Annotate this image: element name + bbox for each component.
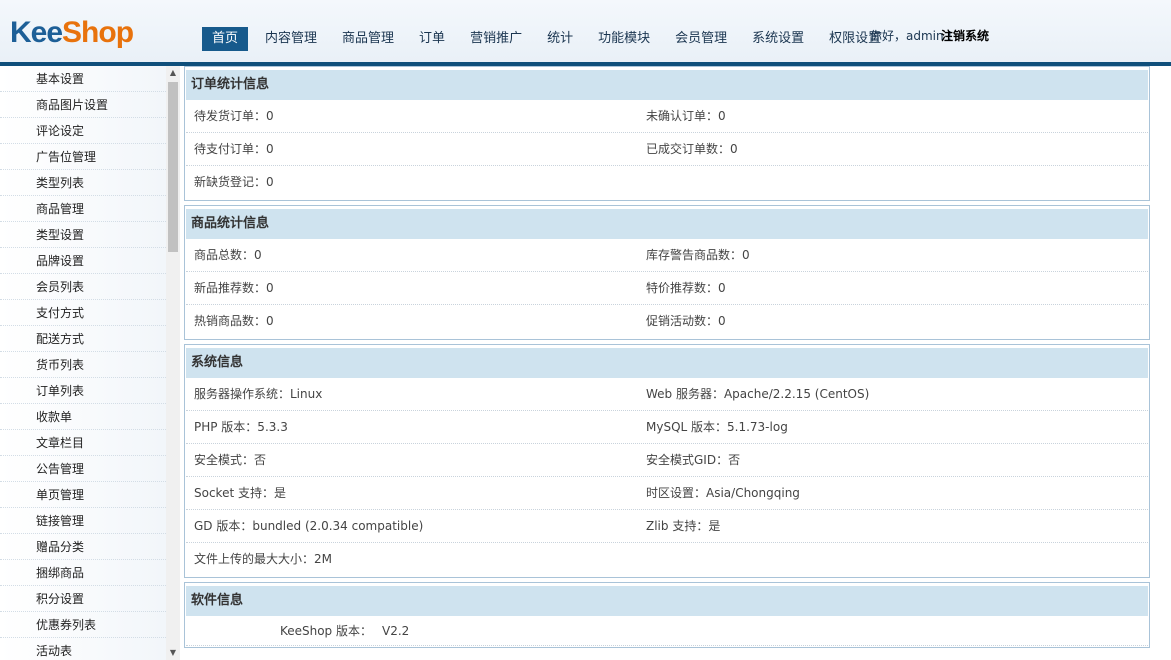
- info-php-version: PHP 版本：5.3.3: [194, 420, 288, 434]
- table-row: Socket 支持：是 时区设置：Asia/Chongqing: [186, 477, 1148, 510]
- info-gd-version: GD 版本：bundled (2.0.34 compatible): [194, 519, 424, 533]
- nav-home[interactable]: 首页: [202, 27, 249, 51]
- sidebar-item[interactable]: 类型列表: [0, 170, 166, 196]
- empty-cell: [638, 543, 1148, 576]
- logo-text-kee: Kee: [10, 16, 63, 49]
- sidebar-item[interactable]: 会员列表: [0, 274, 166, 300]
- nav-modules[interactable]: 功能模块: [590, 27, 658, 51]
- info-timezone: 时区设置：Asia/Chongqing: [646, 486, 800, 500]
- sidebar: 基本设置 商品图片设置 评论设定 广告位管理 类型列表 商品管理 类型设置 品牌…: [0, 66, 166, 660]
- sidebar-item[interactable]: 评论设定: [0, 118, 166, 144]
- table-row: 文件上传的最大大小：2M: [186, 543, 1148, 576]
- info-web-server: Web 服务器：Apache/2.2.15 (CentOS): [646, 387, 870, 401]
- sidebar-item[interactable]: 单页管理: [0, 482, 166, 508]
- empty-cell: [638, 166, 1148, 199]
- table-row: 热销商品数：0 促销活动数：0: [186, 305, 1148, 338]
- sidebar-item[interactable]: 商品管理: [0, 196, 166, 222]
- sidebar-item[interactable]: 积分设置: [0, 586, 166, 612]
- info-safe-mode-gid: 安全模式GID：否: [646, 453, 741, 467]
- top-header: KeeShop 首页 内容管理 商品管理 订单 营销推广 统计 功能模块 会员管…: [0, 0, 1171, 62]
- stat-completed-orders: 已成交订单数：0: [646, 142, 738, 156]
- nav-goods[interactable]: 商品管理: [334, 27, 402, 51]
- welcome-text: 你好，admin !: [870, 29, 953, 43]
- sidebar-item[interactable]: 广告位管理: [0, 144, 166, 170]
- stat-pending-shipment: 待发货订单：0: [194, 109, 274, 123]
- table-row: PHP 版本：5.3.3 MySQL 版本：5.1.73-log: [186, 411, 1148, 444]
- main-content: 订单统计信息 待发货订单：0 未确认订单：0 待支付订单：0 已成交订单数：0 …: [184, 66, 1150, 660]
- keeshop-logo[interactable]: KeeShop: [10, 15, 134, 51]
- info-safe-mode: 安全模式：否: [194, 453, 267, 467]
- sidebar-item[interactable]: 品牌设置: [0, 248, 166, 274]
- panel-title: 订单统计信息: [186, 70, 1148, 100]
- order-stats-panel: 订单统计信息 待发货订单：0 未确认订单：0 待支付订单：0 已成交订单数：0 …: [184, 66, 1150, 201]
- sidebar-item[interactable]: 收款单: [0, 404, 166, 430]
- panel-title: 系统信息: [186, 348, 1148, 378]
- stat-promotions: 促销活动数：0: [646, 314, 726, 328]
- logout-link[interactable]: 注销系统: [941, 27, 989, 44]
- main-nav: 首页 内容管理 商品管理 订单 营销推广 统计 功能模块 会员管理 系统设置 权…: [202, 27, 898, 51]
- stat-special-recommend: 特价推荐数：0: [646, 281, 726, 295]
- table-row: KeeShop 版本： V2.2: [186, 616, 1148, 646]
- sidebar-item[interactable]: 订单列表: [0, 378, 166, 404]
- sidebar-scrollbar[interactable]: ▲ ▼: [166, 66, 180, 660]
- stat-new-recommend: 新品推荐数：0: [194, 281, 274, 295]
- scroll-thumb[interactable]: [168, 82, 178, 252]
- stat-pending-payment: 待支付订单：0: [194, 142, 274, 156]
- version-value: V2.2: [382, 624, 410, 638]
- sidebar-item[interactable]: 链接管理: [0, 508, 166, 534]
- info-zlib-support: Zlib 支持：是: [646, 519, 721, 533]
- sidebar-item[interactable]: 类型设置: [0, 222, 166, 248]
- sidebar-item[interactable]: 活动表: [0, 638, 166, 660]
- nav-system-settings[interactable]: 系统设置: [744, 27, 812, 51]
- table-row: 商品总数：0 库存警告商品数：0: [186, 239, 1148, 272]
- table-row: 新缺货登记：0: [186, 166, 1148, 199]
- scroll-up-arrow-icon[interactable]: ▲: [166, 66, 180, 80]
- info-max-upload: 文件上传的最大大小：2M: [194, 552, 332, 566]
- sidebar-item[interactable]: 公告管理: [0, 456, 166, 482]
- info-socket-support: Socket 支持：是: [194, 486, 286, 500]
- sidebar-item[interactable]: 支付方式: [0, 300, 166, 326]
- table-row: 安全模式：否 安全模式GID：否: [186, 444, 1148, 477]
- version-label: KeeShop 版本：: [279, 624, 372, 638]
- info-server-os: 服务器操作系统：Linux: [194, 387, 323, 401]
- sidebar-item[interactable]: 基本设置: [0, 66, 166, 92]
- nav-stats[interactable]: 统计: [539, 27, 581, 51]
- software-info-panel: 软件信息 KeeShop 版本： V2.2: [184, 582, 1150, 648]
- panel-title: 软件信息: [186, 586, 1148, 616]
- table-row: GD 版本：bundled (2.0.34 compatible) Zlib 支…: [186, 510, 1148, 543]
- sidebar-item[interactable]: 配送方式: [0, 326, 166, 352]
- info-mysql-version: MySQL 版本：5.1.73-log: [646, 420, 788, 434]
- stat-stock-warning: 库存警告商品数：0: [646, 248, 750, 262]
- sidebar-item[interactable]: 商品图片设置: [0, 92, 166, 118]
- nav-marketing[interactable]: 营销推广: [462, 27, 530, 51]
- stat-hot-goods: 热销商品数：0: [194, 314, 274, 328]
- sidebar-item[interactable]: 文章栏目: [0, 430, 166, 456]
- stat-total-goods: 商品总数：0: [194, 248, 262, 262]
- nav-content[interactable]: 内容管理: [257, 27, 325, 51]
- sidebar-item[interactable]: 赠品分类: [0, 534, 166, 560]
- nav-orders[interactable]: 订单: [411, 27, 453, 51]
- panel-title: 商品统计信息: [186, 209, 1148, 239]
- stat-new-stockout: 新缺货登记：0: [194, 175, 274, 189]
- system-info-panel: 系统信息 服务器操作系统：Linux Web 服务器：Apache/2.2.15…: [184, 344, 1150, 578]
- sidebar-item[interactable]: 优惠券列表: [0, 612, 166, 638]
- goods-stats-panel: 商品统计信息 商品总数：0 库存警告商品数：0 新品推荐数：0 特价推荐数：0 …: [184, 205, 1150, 340]
- stat-unconfirmed-orders: 未确认订单：0: [646, 109, 726, 123]
- logo-text-shop: Shop: [62, 16, 134, 49]
- sidebar-item[interactable]: 货币列表: [0, 352, 166, 378]
- sidebar-item[interactable]: 捆绑商品: [0, 560, 166, 586]
- scroll-down-arrow-icon[interactable]: ▼: [166, 646, 180, 660]
- table-row: 待发货订单：0 未确认订单：0: [186, 100, 1148, 133]
- table-row: 服务器操作系统：Linux Web 服务器：Apache/2.2.15 (Cen…: [186, 378, 1148, 411]
- table-row: 新品推荐数：0 特价推荐数：0: [186, 272, 1148, 305]
- nav-members[interactable]: 会员管理: [667, 27, 735, 51]
- table-row: 待支付订单：0 已成交订单数：0: [186, 133, 1148, 166]
